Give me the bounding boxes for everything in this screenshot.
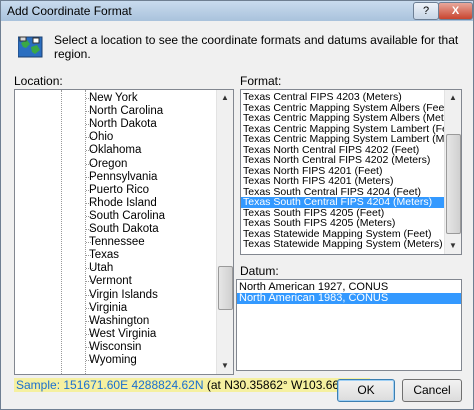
dialog-window: Add Coordinate Format ? X Select a locat… (0, 0, 474, 410)
location-item[interactable]: Tennessee (89, 236, 145, 248)
location-item[interactable]: Wisconsin (89, 341, 141, 353)
format-item[interactable]: Texas Centric Mapping System Albers (Met… (241, 113, 461, 124)
location-tree[interactable]: New York North Carolina North Dakota Ohio Ok… (14, 89, 234, 375)
location-item[interactable]: Oklahoma (89, 144, 141, 156)
location-item[interactable]: Virgin Islands (89, 289, 158, 301)
dialog-client: Select a location to see the coordinate … (6, 23, 468, 405)
format-item[interactable]: Texas South Central FIPS 4204 (Meters) (241, 197, 446, 208)
sample-readout: Sample: 151671.60E 4288824.62N (at N30.3… (14, 378, 370, 392)
format-list[interactable]: Texas Central FIPS 4203 (Meters) Texas Ce… (240, 89, 462, 255)
location-item[interactable]: Vermont (89, 275, 132, 287)
datum-label: Datum: (240, 264, 279, 278)
tree-guide-line (85, 90, 87, 374)
ok-button[interactable]: OK (337, 379, 395, 402)
location-item[interactable]: Virginia (89, 302, 127, 314)
location-item[interactable]: Oregon (89, 158, 127, 170)
cancel-button[interactable]: Cancel (402, 379, 462, 402)
sample-label: Sample: (16, 378, 61, 392)
location-item[interactable]: New York (89, 92, 138, 104)
scroll-thumb[interactable] (218, 266, 233, 310)
tree-guide-line (61, 90, 63, 374)
location-item[interactable]: Texas (89, 249, 119, 261)
close-button[interactable]: X (438, 2, 473, 20)
datum-list[interactable]: North American 1927, CONUS North American… (236, 279, 462, 371)
location-item[interactable]: North Carolina (89, 105, 163, 117)
location-scrollbar[interactable]: ▲ ▼ (216, 90, 233, 374)
location-item[interactable]: Wyoming (89, 354, 137, 366)
location-item[interactable]: Puerto Rico (89, 184, 149, 196)
location-item[interactable]: Washington (89, 315, 149, 327)
location-item[interactable]: South Dakota (89, 223, 159, 235)
window-title: Add Coordinate Format (7, 4, 132, 18)
location-item[interactable]: Utah (89, 262, 113, 274)
format-item[interactable]: Texas South FIPS 4205 (Meters) (241, 218, 446, 229)
globe-icon (18, 36, 43, 58)
datum-item[interactable]: North American 1983, CONUS (237, 293, 461, 304)
format-item[interactable]: Texas Central FIPS 4203 (Meters) (241, 92, 446, 103)
scroll-thumb[interactable] (446, 134, 461, 234)
location-item[interactable]: Pennsylvania (89, 171, 157, 183)
location-item[interactable]: Ohio (89, 131, 113, 143)
format-item[interactable]: Texas North FIPS 4201 (Meters) (241, 176, 446, 187)
location-label: Location: (14, 74, 63, 88)
scroll-up-arrow-icon[interactable]: ▲ (445, 90, 461, 106)
location-item[interactable]: South Carolina (89, 210, 165, 222)
scroll-down-arrow-icon[interactable]: ▼ (217, 358, 233, 374)
format-item[interactable]: Texas Centric Mapping System Lambert (Me… (241, 134, 461, 145)
sample-value: 151671.60E 4288824.62N (63, 378, 204, 392)
format-label: Format: (240, 74, 282, 88)
location-item[interactable]: West Virginia (89, 328, 156, 340)
location-item[interactable]: North Dakota (89, 118, 157, 130)
title-bar[interactable]: Add Coordinate Format ? X (1, 1, 473, 21)
help-button[interactable]: ? (413, 2, 439, 20)
format-scrollbar[interactable]: ▲ ▼ (444, 90, 461, 254)
format-item[interactable]: Texas North Central FIPS 4202 (Meters) (241, 155, 446, 166)
scroll-up-arrow-icon[interactable]: ▲ (217, 90, 233, 106)
intro-text: Select a location to see the coordinate … (54, 33, 459, 61)
location-item[interactable]: Rhode Island (89, 197, 157, 209)
format-item[interactable]: Texas Statewide Mapping System (Meters) (241, 239, 446, 250)
scroll-down-arrow-icon[interactable]: ▼ (445, 238, 461, 254)
